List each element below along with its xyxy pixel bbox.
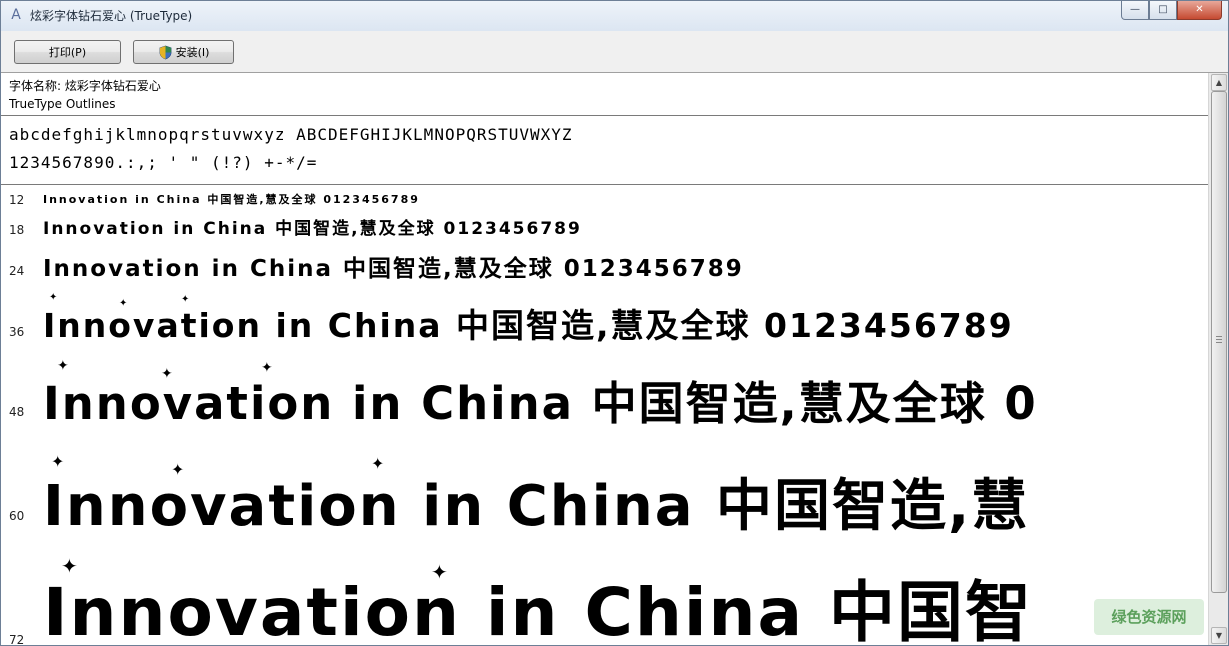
uac-shield-icon [159,45,171,59]
maximize-button[interactable]: □ [1149,1,1177,20]
vertical-scrollbar[interactable]: ▲ ▼ [1208,73,1228,645]
sparkle-icon: ✦ [51,452,65,471]
sparkle-icon: ✦ [119,298,128,309]
charset-letters: abcdefghijklmnopqrstuvwxyz ABCDEFGHIJKLM… [9,125,573,144]
sparkle-icon: ✦ [431,560,448,584]
sample-row-18: 18 Innovation in China 中国智造,慧及全球 0123456… [1,209,1208,239]
sparkle-icon: ✦ [181,294,190,305]
font-name-line: 字体名称: 炫彩字体钻石爱心 [9,79,161,93]
sample-text: Innovation in China 中国智造,慧及全球 0 [43,377,1038,430]
sample-size-label: 60 [9,509,25,523]
sample-size-label: 12 [9,193,25,207]
font-type-line: TrueType Outlines [9,97,116,111]
sample-size-label: 24 [9,264,25,278]
close-button[interactable]: ✕ [1177,1,1222,20]
sample-size-label: 48 [9,405,25,419]
sample-row-48: 48 Innovation in China 中国智造,慧及全球 0 [1,351,1208,447]
sample-text: Innovation in China 中国智造,慧 [43,474,1030,539]
font-viewer-window: A 炫彩字体钻石爱心 (TrueType) — □ ✕ 打印(P) 安装(I) … [0,0,1229,646]
sample-size-label: 72 [9,633,25,645]
scroll-down-arrow-icon[interactable]: ▼ [1211,627,1227,644]
toolbar: 打印(P) 安装(I) [1,31,1228,73]
sample-row-24: 24 Innovation in China 中国智造,慧及全球 0123456… [1,239,1208,285]
sparkle-icon: ✦ [171,460,185,479]
sample-text: Innovation in China 中国智造,慧及全球 0123456789 [43,193,420,206]
caption-buttons: — □ ✕ [1121,1,1222,21]
charset-digits-symbols: 1234567890.:,; ' " (!?) +-*/= [9,153,318,172]
grip-line [1216,342,1222,343]
sample-row-12: 12 Innovation in China 中国智造,慧及全球 0123456… [1,189,1208,209]
window-title: 炫彩字体钻石爱心 (TrueType) [30,9,193,23]
sample-text: Innovation in China 中国智造,慧及全球 0123456789 [43,219,582,239]
sparkle-icon: ✦ [49,292,58,303]
scroll-thumb[interactable] [1211,91,1227,593]
sparkle-icon: ✦ [61,554,78,578]
font-preview-area[interactable]: 字体名称: 炫彩字体钻石爱心 TrueType Outlines abcdefg… [1,73,1228,645]
sample-text: Innovation in China 中国智造,慧及全球 0123456789 [43,256,744,282]
scroll-up-arrow-icon[interactable]: ▲ [1211,74,1227,91]
watermark-logo: 绿色资源网 [1094,599,1204,635]
sample-size-label: 18 [9,223,25,237]
sparkle-icon: ✦ [371,454,385,473]
separator-line [1,115,1208,116]
sample-text: Innovation in China 中国智造,慧及全球 0123456789 [43,306,1014,345]
grip-line [1216,336,1222,337]
sparkle-icon: ✦ [57,358,69,374]
sample-text: Innovation in China 中国智 [43,574,1034,645]
print-button[interactable]: 打印(P) [14,40,121,64]
sparkle-icon: ✦ [261,360,273,376]
install-button[interactable]: 安装(I) [133,40,234,64]
sample-row-72: 72 Innovation in China 中国智 [1,547,1208,645]
app-icon: A [11,7,21,23]
sample-size-label: 36 [9,325,25,339]
font-info: 字体名称: 炫彩字体钻石爱心 TrueType Outlines [9,77,161,113]
print-button-label: 打印(P) [48,46,87,59]
title-bar[interactable]: A 炫彩字体钻石爱心 (TrueType) — □ ✕ [1,1,1228,31]
grip-line [1216,339,1222,340]
minimize-button[interactable]: — [1121,1,1149,20]
install-button-label: 安装(I) [175,46,210,59]
separator-line [1,184,1208,185]
sparkle-icon: ✦ [161,366,173,382]
